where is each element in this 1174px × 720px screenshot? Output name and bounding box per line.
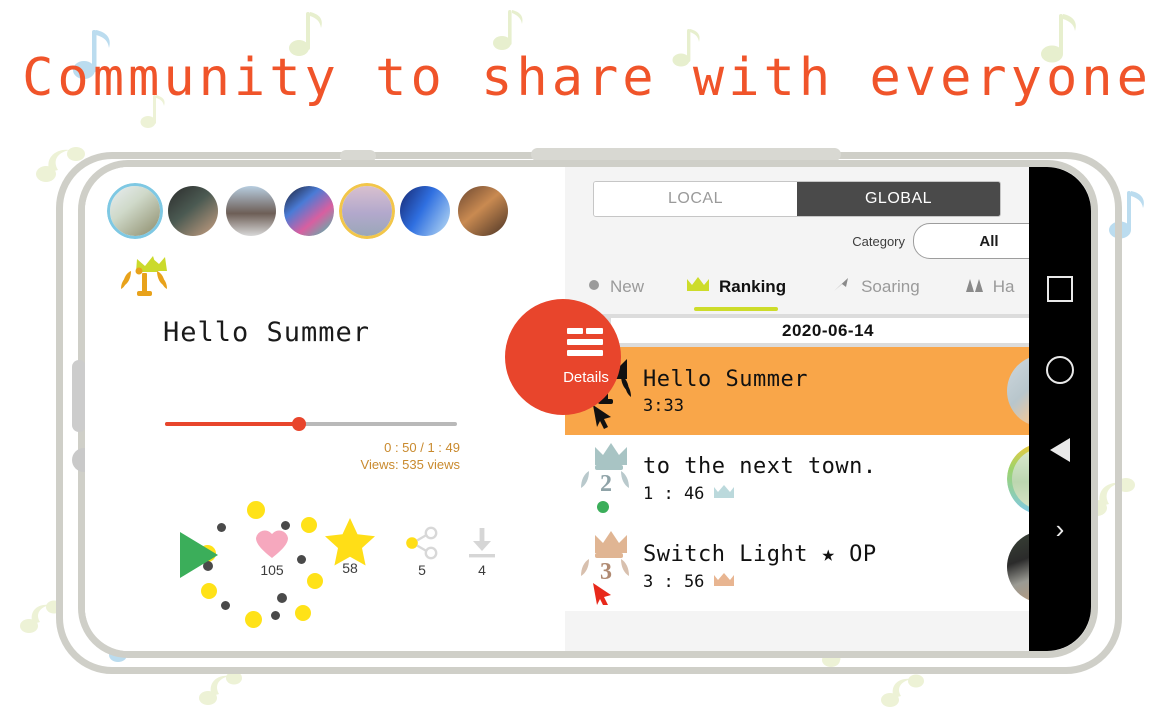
crown-laurel-icon [113, 255, 175, 303]
phone-screen: Hello Summer 0 : 50 / 1 : 49 Views: 535 … [85, 167, 1091, 651]
story-avatar-1[interactable] [107, 183, 163, 239]
story-avatar-4[interactable] [281, 183, 337, 239]
music-note-decor [878, 668, 926, 714]
red-cursor-arrow-icon [593, 583, 611, 607]
crown-icon [686, 276, 710, 299]
now-playing-title: Hello Summer [163, 317, 371, 348]
row-texts: Hello Summer 3:33 [637, 367, 1007, 416]
scope-tab-local[interactable]: LOCAL [594, 182, 797, 216]
page-root: Community to share with everyone Hello S… [0, 0, 1174, 720]
row-texts: Switch Light ★ OP 3 : 56 [637, 542, 1007, 593]
heart-icon [242, 522, 302, 564]
share-stat[interactable]: 5 [392, 522, 452, 578]
row-meta: 3 : 56 [643, 571, 1007, 593]
table-row[interactable]: 3 Switch Light ★ OP 3: 56 [565, 523, 1091, 611]
share-count: 5 [418, 562, 426, 578]
row-texts: to the next town. 1 : 46 [637, 454, 1007, 505]
seek-progress [165, 422, 300, 426]
tab-ranking-label: Ranking [719, 277, 787, 296]
star-icon [320, 518, 380, 566]
details-label: Details [563, 369, 609, 386]
tab-new-label: New [610, 277, 645, 296]
tab-soaring[interactable]: Soaring [830, 267, 920, 307]
page-title: Community to share with everyone [22, 48, 1152, 108]
rank3-crown-laurel-icon: 3 [573, 529, 637, 607]
svg-text:2: 2 [600, 471, 612, 497]
community-pane: LOCAL GLOBAL Category All New Ranking So… [505, 167, 1091, 651]
row-title: Switch Light ★ OP [643, 541, 877, 567]
row-meta: 3:33 [643, 396, 1007, 416]
story-avatar-5[interactable] [339, 183, 395, 239]
player-actions: 105 58 5 4 [180, 518, 520, 602]
play-triangle-icon[interactable] [180, 532, 218, 578]
rank2-crown-laurel-icon: 2 [573, 441, 637, 517]
tab-active-underline [694, 307, 779, 311]
playback-time: 0 : 50 / 1 : 49 [384, 440, 460, 455]
view-count: Views: 535 views [360, 457, 460, 472]
back-triangle-icon[interactable] [1050, 438, 1070, 462]
cursor-arrow-icon [593, 405, 611, 429]
player-pane: Hello Summer 0 : 50 / 1 : 49 Views: 535 … [85, 167, 565, 651]
mountain-icon [964, 276, 984, 299]
tab-ha-label: Ha [992, 277, 1015, 296]
like-stat[interactable]: 105 [242, 522, 302, 578]
tab-ha[interactable]: Ha [964, 267, 1015, 307]
green-dot-icon [597, 501, 609, 513]
table-row[interactable]: 2 to the next town. 1 : 46 [565, 435, 1091, 523]
share-icon [392, 522, 452, 564]
row-duration: 1 : 46 [643, 483, 705, 504]
story-avatar-7[interactable] [455, 183, 511, 239]
row-duration: 3 : 56 [643, 571, 705, 592]
details-button[interactable]: Details [505, 299, 621, 415]
like-count: 105 [260, 562, 284, 578]
music-note-decor [492, 6, 528, 52]
date-navigation: 2020-06-14 [565, 314, 1091, 347]
svg-text:3: 3 [600, 559, 612, 585]
row-duration: 3:33 [643, 395, 684, 416]
star-stat[interactable]: 58 [320, 518, 380, 576]
row-title: Hello Summer [643, 366, 808, 392]
crown-small-icon [712, 571, 736, 593]
ranking-list: Hello Summer 3:33 2 to the next town. 1 … [565, 347, 1091, 651]
category-label: Category [852, 233, 905, 249]
story-avatar-row [107, 183, 511, 239]
dot-icon [587, 278, 601, 297]
download-icon [452, 522, 512, 564]
volume-button[interactable] [72, 360, 86, 432]
arrow-up-right-icon [830, 274, 852, 301]
row-meta: 1 : 46 [643, 483, 1007, 505]
crown-small-icon [712, 483, 736, 505]
story-avatar-6[interactable] [397, 183, 453, 239]
story-avatar-2[interactable] [165, 183, 221, 239]
chevron-right-icon[interactable]: › [1056, 516, 1065, 542]
tab-soaring-label: Soaring [861, 277, 920, 296]
seek-knob[interactable] [292, 417, 307, 431]
tab-new[interactable]: New [587, 267, 644, 307]
story-avatar-3[interactable] [223, 183, 279, 239]
table-row[interactable]: Hello Summer 3:33 [565, 347, 1091, 435]
content-tabs: New Ranking Soaring Ha [565, 267, 1091, 311]
home-circle-icon[interactable] [1046, 356, 1074, 384]
download-stat[interactable]: 4 [452, 522, 512, 578]
scope-tab-global[interactable]: GLOBAL [797, 182, 1000, 216]
recents-square-icon[interactable] [1047, 276, 1073, 302]
seek-bar[interactable] [165, 415, 457, 433]
android-nav-bar: › [1029, 167, 1091, 651]
tab-ranking[interactable]: Ranking [686, 267, 787, 311]
current-date[interactable]: 2020-06-14 [611, 318, 1045, 343]
row-title: to the next town. [643, 453, 877, 479]
list-lines-icon [567, 328, 605, 363]
download-count: 4 [478, 562, 486, 578]
scope-toggle: LOCAL GLOBAL [593, 181, 1001, 217]
